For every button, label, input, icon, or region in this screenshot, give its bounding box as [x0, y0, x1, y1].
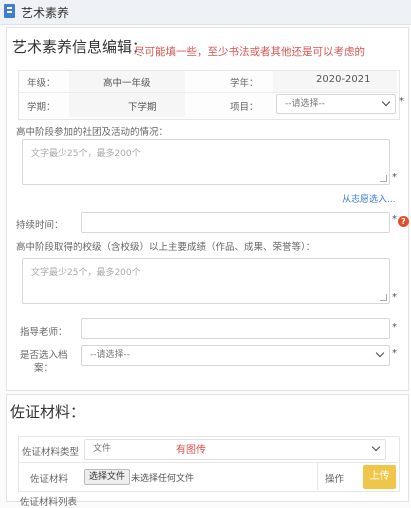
required-mark: * — [392, 214, 397, 225]
upload-button[interactable]: 上传 — [363, 465, 396, 489]
evidence-row-divider — [18, 462, 398, 463]
archive-label-line2: 案： — [34, 363, 54, 374]
evidence-col-divider — [317, 463, 318, 490]
item-select-value: --请选择-- — [285, 99, 325, 109]
choose-file-button[interactable]: 选择文件 — [84, 469, 131, 485]
evidence-list-label: 佐证材料列表 — [20, 497, 78, 508]
resize-handle-icon[interactable] — [380, 294, 387, 301]
duration-input[interactable] — [81, 212, 390, 233]
action-label: 操作 — [325, 474, 345, 485]
teacher-input[interactable] — [81, 318, 390, 339]
item-select[interactable]: --请选择-- — [276, 94, 396, 114]
evidence-type-select[interactable]: 文件 — [84, 439, 386, 460]
evidence-type-label: 佐证材料类型 — [22, 447, 80, 458]
section-title-editor: 艺术素养信息编辑： — [12, 38, 148, 56]
archive-label-line1: 是否选入档 — [20, 350, 68, 361]
resize-handle-icon[interactable] — [380, 175, 387, 182]
awards-label: 高中阶段取得的校级（含校级）以上主要成绩（作品、成果、荣誉等）： — [16, 242, 316, 253]
no-file-text: 未选择任何文件 — [131, 474, 195, 484]
required-mark: * — [399, 96, 404, 107]
archive-select-value: --请选择-- — [90, 350, 130, 360]
chevron-down-icon — [371, 442, 381, 452]
awards-textarea[interactable]: 文字最少25个，最多200个 — [22, 258, 390, 304]
grade-value: 高中一年级 — [103, 78, 151, 89]
year-label: 学年： — [230, 78, 259, 89]
clubs-placeholder: 文字最少25个，最多200个 — [31, 149, 141, 159]
chevron-down-icon — [375, 348, 385, 358]
term-label: 学期： — [27, 102, 56, 113]
duration-label: 持续时间： — [16, 220, 64, 231]
help-icon[interactable]: ? — [398, 216, 409, 227]
archive-select[interactable]: --请选择-- — [81, 345, 390, 366]
section-title-evidence: 佐证材料： — [10, 403, 86, 421]
window-title: 艺术素养 — [21, 6, 70, 20]
year-value: 2020-2021 — [316, 74, 371, 85]
term-cell — [69, 93, 185, 117]
select-from-volunteer-link[interactable]: 从志愿选入... — [342, 192, 396, 205]
term-value: 下学期 — [128, 102, 157, 113]
required-mark: * — [392, 172, 397, 183]
required-mark: * — [392, 292, 397, 303]
chevron-down-icon — [381, 97, 391, 107]
evidence-file-label: 佐证材料 — [30, 474, 69, 485]
required-mark: * — [392, 348, 397, 359]
required-mark: * — [392, 322, 397, 333]
grade-label: 年级： — [27, 78, 56, 89]
clubs-label: 高中阶段参加的社团及活动的情况： — [16, 127, 169, 138]
evidence-type-hint: 有图传 — [176, 445, 206, 456]
evidence-type-value: 文件 — [93, 444, 112, 454]
awards-placeholder: 文字最少25个，最多200个 — [31, 268, 141, 278]
teacher-label: 指导老师： — [20, 327, 68, 338]
clubs-textarea[interactable]: 文字最少25个，最多200个 — [22, 139, 390, 185]
document-icon — [4, 4, 15, 18]
editor-hint: 尽可能填一些，至少书法或者其他还是可以考虑的 — [134, 46, 365, 58]
item-label: 项目： — [230, 102, 259, 113]
